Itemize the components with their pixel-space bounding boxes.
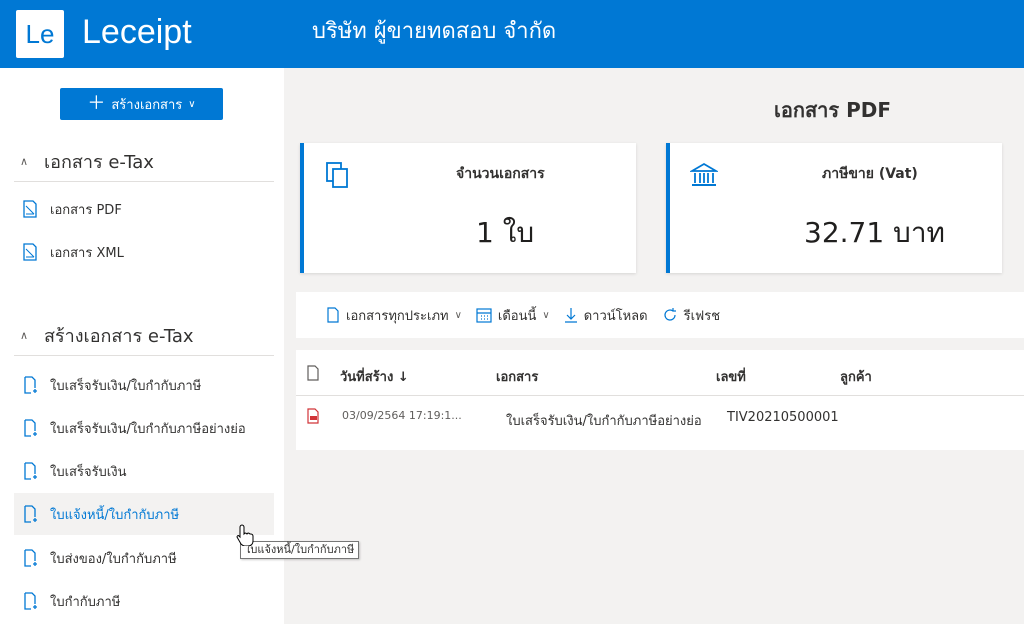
tooltip: ใบแจ้งหนี้/ใบกำกับภาษี bbox=[240, 541, 360, 559]
document-add-icon bbox=[22, 505, 38, 523]
chevron-down-icon: ∨ bbox=[542, 309, 550, 321]
document-add-icon bbox=[22, 549, 38, 567]
column-created-date[interactable]: วันที่สร้าง ↓ bbox=[340, 366, 409, 387]
hand-pointer-icon bbox=[236, 524, 254, 546]
download-button[interactable]: ดาวน์โหลด bbox=[564, 305, 648, 326]
sidebar-item-label: ใบเสร็จรับเงิน/ใบกำกับภาษีอย่างย่อ bbox=[50, 421, 246, 437]
document-add-icon bbox=[22, 462, 38, 480]
cell-created-date: 03/09/2564 17:19:1... bbox=[342, 409, 462, 422]
sidebar-item-tax-invoice[interactable]: ใบกำกับภาษี bbox=[14, 580, 274, 622]
sidebar-item-xml[interactable]: เอกสาร XML bbox=[14, 231, 274, 273]
sidebar-item-receipt[interactable]: ใบเสร็จรับเงิน bbox=[14, 450, 274, 492]
command-bar: เอกสารทุกประเภท ∨ เดือนนี้ ∨ ดาวน์โหลด ร… bbox=[296, 292, 1024, 338]
card-label: ภาษีขาย (Vat) bbox=[822, 166, 918, 182]
top-bar: Le Leceipt บริษัท ผู้ขายทดสอบ จำกัด bbox=[0, 0, 1024, 68]
pdf-file-icon[interactable] bbox=[306, 408, 320, 428]
column-customer[interactable]: ลูกค้า bbox=[840, 366, 872, 387]
app-name[interactable]: Leceipt bbox=[82, 10, 192, 54]
sidebar-item-label: ใบเสร็จรับเงิน bbox=[50, 464, 127, 480]
sidebar-item-label: เอกสาร PDF bbox=[50, 202, 122, 218]
table-row[interactable]: 03/09/2564 17:19:1... ใบเสร็จรับเงิน/ใบก… bbox=[296, 396, 1024, 440]
document-add-icon bbox=[22, 592, 38, 610]
sidebar-item-label: ใบส่งของ/ใบกำกับภาษี bbox=[50, 551, 177, 567]
pdf-doc-icon bbox=[22, 200, 38, 218]
app-logo[interactable]: Le bbox=[16, 10, 64, 58]
period-label: เดือนนี้ bbox=[497, 308, 537, 324]
document-add-icon bbox=[22, 376, 38, 394]
group-title: เอกสาร e-Tax bbox=[44, 152, 154, 173]
vat-card: ภาษีขาย (Vat) 32.71 บาท bbox=[666, 143, 1002, 273]
card-value: 32.71 บาท bbox=[804, 216, 946, 249]
sidebar-item-label: ใบเสร็จรับเงิน/ใบกำกับภาษี bbox=[50, 378, 202, 394]
table-header: วันที่สร้าง ↓ เอกสาร เลขที่ ลูกค้า bbox=[296, 350, 1024, 396]
column-number[interactable]: เลขที่ bbox=[716, 366, 746, 387]
cell-document: ใบเสร็จรับเงิน/ใบกำกับภาษีอย่างย่อ bbox=[506, 414, 702, 429]
document-add-icon bbox=[22, 419, 38, 437]
documents-table: วันที่สร้าง ↓ เอกสาร เลขที่ ลูกค้า 03/09… bbox=[296, 350, 1024, 450]
xml-doc-icon bbox=[22, 243, 38, 261]
card-value: 1 ใบ bbox=[476, 216, 535, 249]
download-label: ดาวน์โหลด bbox=[583, 308, 648, 324]
refresh-button[interactable]: รีเฟรช bbox=[662, 305, 720, 326]
group-create-etax[interactable]: ∧ สร้างเอกสาร e-Tax bbox=[14, 316, 274, 356]
download-icon bbox=[564, 308, 577, 323]
sidebar-item-delivery-tax-invoice[interactable]: ใบส่งของ/ใบกำกับภาษี bbox=[14, 537, 274, 579]
chevron-down-icon: ∨ bbox=[454, 309, 462, 321]
plus-icon: ＋ bbox=[87, 93, 106, 114]
document-icon bbox=[327, 307, 339, 323]
sidebar-item-pdf[interactable]: เอกสาร PDF bbox=[14, 188, 274, 230]
create-document-button[interactable]: ＋ สร้างเอกสาร ∨ bbox=[60, 88, 223, 120]
sidebar-item-abbreviated-tax-invoice[interactable]: ใบเสร็จรับเงิน/ใบกำกับภาษีอย่างย่อ bbox=[14, 407, 274, 449]
company-name: บริษัท ผู้ขายทดสอบ จำกัด bbox=[312, 19, 557, 44]
document-type-dropdown[interactable]: เอกสารทุกประเภท ∨ bbox=[326, 305, 462, 326]
chevron-up-icon: ∧ bbox=[20, 329, 29, 342]
document-count-card: จำนวนเอกสาร 1 ใบ bbox=[300, 143, 636, 273]
sidebar-item-label: ใบกำกับภาษี bbox=[50, 594, 121, 610]
documents-stack-icon bbox=[324, 161, 352, 189]
period-dropdown[interactable]: เดือนนี้ ∨ bbox=[476, 305, 550, 326]
card-label: จำนวนเอกสาร bbox=[456, 166, 545, 182]
calendar-icon bbox=[476, 308, 492, 323]
document-type-label: เอกสารทุกประเภท bbox=[346, 308, 449, 324]
group-etax-documents[interactable]: ∧ เอกสาร e-Tax bbox=[14, 142, 274, 182]
refresh-icon bbox=[664, 308, 676, 321]
refresh-label: รีเฟรช bbox=[683, 308, 721, 324]
page-title: เอกสาร PDF bbox=[774, 98, 892, 122]
column-document[interactable]: เอกสาร bbox=[496, 366, 538, 387]
chevron-down-icon: ∨ bbox=[188, 98, 196, 110]
create-document-label: สร้างเอกสาร bbox=[111, 97, 183, 113]
bank-icon bbox=[688, 161, 720, 189]
sidebar-item-label: ใบแจ้งหนี้/ใบกำกับภาษี bbox=[50, 507, 180, 523]
chevron-up-icon: ∧ bbox=[20, 155, 29, 168]
sidebar-item-receipt-tax-invoice[interactable]: ใบเสร็จรับเงิน/ใบกำกับภาษี bbox=[14, 364, 274, 406]
group-title: สร้างเอกสาร e-Tax bbox=[44, 326, 194, 347]
sidebar-item-label: เอกสาร XML bbox=[50, 245, 124, 261]
sidebar-item-invoice-tax-invoice[interactable]: ใบแจ้งหนี้/ใบกำกับภาษี bbox=[14, 493, 274, 535]
file-type-icon[interactable] bbox=[306, 365, 320, 385]
cell-number: TIV20210500001 bbox=[727, 410, 839, 425]
